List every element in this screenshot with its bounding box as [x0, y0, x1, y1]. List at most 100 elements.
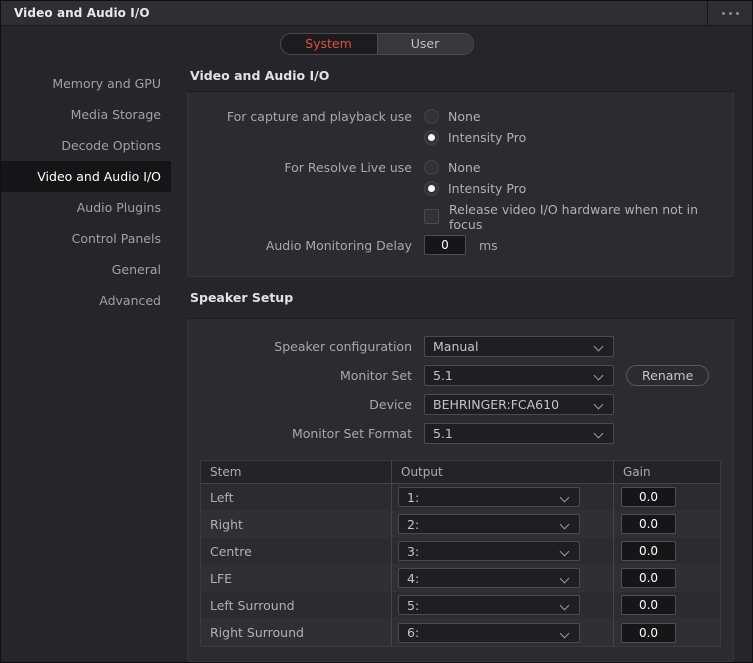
device-row: Device BEHRINGER:FCA610: [188, 390, 733, 419]
speaker-configuration-value: Manual: [433, 339, 479, 354]
stem-name: LFE: [210, 570, 233, 586]
device-value: BEHRINGER:FCA610: [433, 397, 560, 412]
chevron-down-icon: [595, 430, 604, 439]
sidebar-item-advanced[interactable]: Advanced: [1, 285, 171, 316]
capture-label: For capture and playback use: [226, 109, 412, 124]
gain-input[interactable]: 0.0: [621, 541, 676, 561]
io-section-title: Video and Audio I/O: [190, 68, 330, 83]
output-cell: 2:: [391, 511, 613, 537]
window-titlebar: Video and Audio I/O: [1, 1, 752, 26]
gain-input[interactable]: 0.0: [621, 514, 676, 534]
audio-delay-label: Audio Monitoring Delay: [265, 237, 412, 253]
resolve-live-none-radio[interactable]: [424, 160, 439, 175]
audio-delay-input[interactable]: 0: [424, 235, 466, 255]
column-header-gain: Gain: [613, 461, 720, 483]
chevron-down-icon: [595, 343, 604, 352]
output-cell: 4:: [391, 565, 613, 591]
release-hardware-checkbox[interactable]: [424, 209, 439, 224]
sidebar-item-general[interactable]: General: [1, 254, 171, 285]
output-select[interactable]: 2:: [398, 514, 580, 534]
tab-system[interactable]: System: [280, 33, 377, 54]
output-value: 2:: [407, 516, 420, 532]
output-select[interactable]: 3:: [398, 541, 580, 561]
capture-none-label[interactable]: None: [448, 109, 481, 124]
segmented-control: System User: [279, 32, 474, 55]
sidebar-item-audio-plugins[interactable]: Audio Plugins: [1, 192, 171, 223]
table-row: Right Surround 6: 0.0: [201, 619, 720, 646]
speaker-configuration-row: Speaker configuration Manual: [188, 332, 733, 361]
gain-input[interactable]: 0.0: [621, 568, 676, 588]
capture-intensity-pro-row: Intensity Pro: [188, 127, 733, 148]
audio-delay-unit: ms: [479, 237, 498, 253]
output-select[interactable]: 6:: [398, 622, 580, 643]
release-hardware-label[interactable]: Release video I/O hardware when not in f…: [449, 202, 733, 232]
device-select[interactable]: BEHRINGER:FCA610: [424, 394, 614, 415]
table-row: Right 2: 0.0: [201, 511, 720, 538]
sidebar-item-video-and-audio-io[interactable]: Video and Audio I/O: [1, 161, 171, 192]
resolve-live-none-row: For Resolve Live use None: [188, 157, 733, 178]
resolve-live-intensity-pro-radio[interactable]: [424, 181, 439, 196]
stem-name: Right: [210, 516, 243, 532]
table-row: Centre 3: 0.0: [201, 538, 720, 565]
settings-sidebar: Memory and GPU Media Storage Decode Opti…: [1, 61, 179, 662]
monitor-set-format-label: Monitor Set Format: [291, 426, 412, 441]
resolve-live-intensity-pro-label[interactable]: Intensity Pro: [448, 181, 526, 196]
column-header-stem: Stem: [210, 465, 242, 479]
window-title: Video and Audio I/O: [14, 6, 150, 20]
stem-name: Centre: [210, 543, 252, 559]
chevron-down-icon: [561, 575, 570, 584]
gain-input[interactable]: 0.0: [621, 622, 676, 643]
sidebar-item-decode-options[interactable]: Decode Options: [1, 130, 171, 161]
kebab-menu-icon[interactable]: [708, 1, 752, 25]
gain-cell: 0.0: [613, 592, 720, 618]
kebab-dot: [728, 11, 732, 15]
chevron-down-icon: [595, 372, 604, 381]
gain-input[interactable]: 0.0: [621, 595, 676, 615]
stem-name: Right Surround: [210, 625, 304, 640]
settings-content: Video and Audio I/O For capture and play…: [179, 61, 752, 662]
output-value: 5:: [407, 597, 420, 613]
monitor-set-select[interactable]: 5.1: [424, 365, 614, 386]
resolve-live-none-label[interactable]: None: [448, 160, 481, 175]
output-select[interactable]: 1:: [398, 487, 580, 507]
table-header-row: Stem Output Gain: [201, 461, 720, 484]
preferences-window: Video and Audio I/O System User Memory a…: [0, 0, 753, 663]
monitor-set-format-row: Monitor Set Format 5.1: [188, 419, 733, 448]
chevron-down-icon: [561, 521, 570, 530]
capture-intensity-pro-radio[interactable]: [424, 130, 439, 145]
output-value: 1:: [407, 489, 420, 505]
kebab-dot: [735, 11, 739, 15]
output-cell: 6:: [391, 619, 613, 646]
speaker-configuration-label: Speaker configuration: [274, 339, 412, 354]
chevron-down-icon: [561, 602, 570, 611]
sidebar-item-control-panels[interactable]: Control Panels: [1, 223, 171, 254]
tab-user[interactable]: User: [376, 33, 473, 54]
output-select[interactable]: 4:: [398, 568, 580, 588]
capture-intensity-pro-label[interactable]: Intensity Pro: [448, 130, 526, 145]
speaker-routing-table: Stem Output Gain Left 1: 0.0 Right 2: 0.…: [200, 460, 721, 647]
tab-bar: System User: [1, 26, 752, 61]
monitor-set-format-select[interactable]: 5.1: [424, 423, 614, 444]
capture-none-radio[interactable]: [424, 109, 439, 124]
rename-button[interactable]: Rename: [626, 365, 710, 386]
gain-cell: 0.0: [613, 511, 720, 537]
speaker-configuration-select[interactable]: Manual: [424, 336, 614, 357]
release-hardware-row: Release video I/O hardware when not in f…: [188, 202, 733, 232]
output-select[interactable]: 5:: [398, 595, 580, 615]
audio-delay-row: Audio Monitoring Delay 0 ms: [188, 230, 733, 260]
resolve-live-label: For Resolve Live use: [284, 160, 412, 175]
chevron-down-icon: [561, 548, 570, 557]
kebab-dot: [721, 11, 725, 15]
chevron-down-icon: [595, 401, 604, 410]
output-value: 4:: [407, 570, 420, 586]
monitor-set-row: Monitor Set 5.1 Rename: [188, 361, 733, 390]
output-value: 3:: [407, 543, 420, 559]
sidebar-item-memory-and-gpu[interactable]: Memory and GPU: [1, 68, 171, 99]
output-cell: 3:: [391, 538, 613, 564]
output-cell: 5:: [391, 592, 613, 618]
sidebar-item-media-storage[interactable]: Media Storage: [1, 99, 171, 130]
column-header-output: Output: [391, 461, 613, 483]
window-body: Memory and GPU Media Storage Decode Opti…: [1, 61, 752, 662]
gain-input[interactable]: 0.0: [621, 487, 676, 507]
stem-name: Left Surround: [210, 597, 295, 613]
